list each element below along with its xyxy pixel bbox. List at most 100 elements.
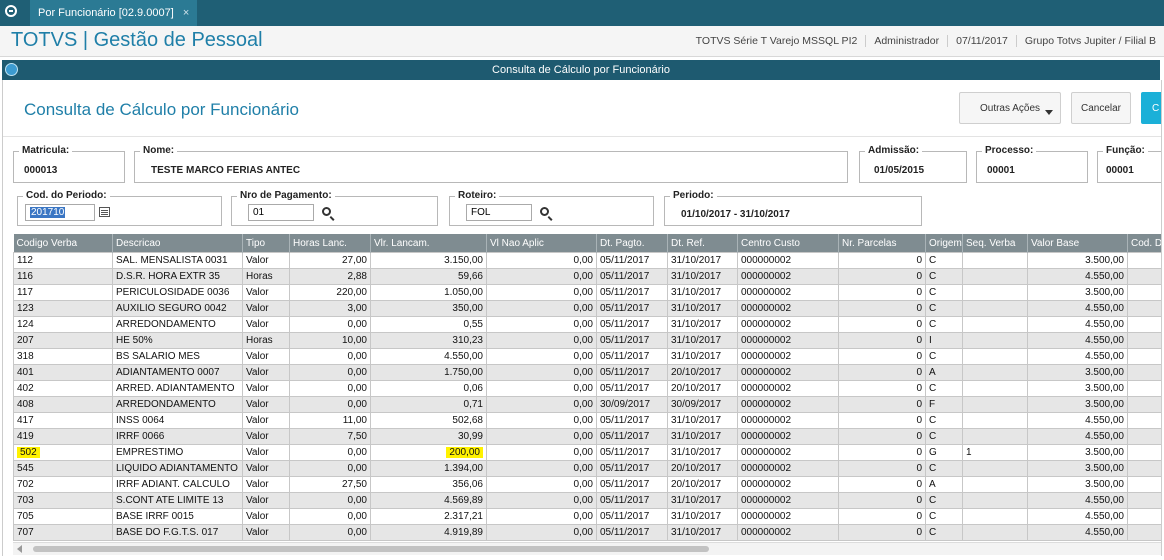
column-header[interactable]: Cod. Depto. xyxy=(1127,234,1161,253)
column-header[interactable]: Valor Base xyxy=(1027,234,1128,253)
table-cell: 4.550,00 xyxy=(1027,428,1128,445)
table-cell: 7,50 xyxy=(289,428,371,445)
table-row[interactable]: 702 IRRF ADIANT. CALCULO Valor 27,50 356,06 0… xyxy=(13,476,1161,493)
calculo-table: Codigo Verba Descricao Tipo Horas Lanc. Vlr.… xyxy=(13,234,1161,544)
table-row[interactable]: 112 SAL. MENSALISTA 0031 Valor 27,00 3.150,0… xyxy=(13,252,1161,269)
table-row[interactable]: 545 LIQUIDO ADIANTAMENTO Valor 0,00 1.394,00… xyxy=(13,460,1161,477)
table-cell: Valor xyxy=(242,492,290,509)
tab-por-funcionario[interactable]: Por Funcionário [02.9.0007] × xyxy=(30,0,198,26)
table-cell: 401 xyxy=(13,364,113,381)
table-cell: 3.500,00 xyxy=(1027,364,1128,381)
table-cell: 30,99 xyxy=(370,428,487,445)
table-cell: 318 xyxy=(13,348,113,365)
column-header[interactable]: Tipo xyxy=(242,234,290,253)
table-row[interactable]: 408 ARREDONDAMENTO Valor 0,00 0,71 0,00 30/09/… xyxy=(13,396,1161,413)
roteiro-input[interactable]: FOL xyxy=(466,204,532,221)
table-row[interactable]: 401 ADIANTAMENTO 0007 Valor 0,00 1.750,00 0,0… xyxy=(13,364,1161,381)
table-cell: 0,00 xyxy=(486,268,597,285)
table-cell: 0,00 xyxy=(486,348,597,365)
column-header[interactable]: Vlr. Lancam. xyxy=(370,234,487,253)
column-header[interactable]: Centro Custo xyxy=(737,234,839,253)
table-cell: 3.150,00 xyxy=(370,252,487,269)
outras-acoes-button[interactable]: Outras Ações xyxy=(959,92,1061,124)
column-header[interactable]: Seq. Verba xyxy=(962,234,1028,253)
totvs-logo-icon xyxy=(5,5,17,17)
table-cell: 707 xyxy=(13,524,113,541)
matricula-field: Matricula: 000013 xyxy=(13,145,125,183)
table-cell: 31/10/2017 xyxy=(667,316,738,333)
table-cell: 27,50 xyxy=(289,476,371,493)
table-cell: Horas xyxy=(242,332,290,349)
confirm-button[interactable]: C xyxy=(1141,92,1161,124)
search-icon[interactable] xyxy=(322,207,331,216)
table-row[interactable]: 318 BS SALARIO MES Valor 0,00 4.550,00 0,00 05… xyxy=(13,348,1161,365)
table-cell: 4.569,89 xyxy=(370,492,487,509)
table-cell: 05/11/2017 xyxy=(596,492,668,509)
table-cell: 0 xyxy=(838,508,926,525)
table-cell xyxy=(962,476,1028,493)
table-cell xyxy=(1127,332,1161,349)
table-cell: 31/10/2017 xyxy=(667,332,738,349)
table-cell: 000000002 xyxy=(737,332,839,349)
column-header[interactable]: Origem xyxy=(925,234,963,253)
table-row[interactable]: 705 BASE IRRF 0015 Valor 0,00 2.317,21 0,00 05… xyxy=(13,508,1161,525)
scrollbar-thumb[interactable] xyxy=(33,546,709,552)
nro-pagamento-input[interactable]: 01 xyxy=(248,204,314,221)
table-cell xyxy=(962,396,1028,413)
table-cell: 4.550,00 xyxy=(1027,348,1128,365)
table-cell: I xyxy=(925,332,963,349)
column-header[interactable]: Vl Nao Aplic xyxy=(486,234,597,253)
table-row[interactable]: 207 HE 50% Horas 10,00 310,23 0,00 05/11/2017 3… xyxy=(13,332,1161,349)
table-row[interactable]: 502 EMPRESTIMO Valor 0,00 200,00 0,00 05/11/20… xyxy=(13,444,1161,461)
column-header[interactable]: Dt. Pagto. xyxy=(596,234,668,253)
table-cell: 0 xyxy=(838,428,926,445)
table-row[interactable]: 707 BASE DO F.G.T.S. 017 Valor 0,00 4.919,89… xyxy=(13,524,1161,541)
table-cell: 0,00 xyxy=(289,508,371,525)
table-cell: 000000002 xyxy=(737,284,839,301)
table-cell: 000000002 xyxy=(737,492,839,509)
table-cell: 10,00 xyxy=(289,332,371,349)
app-info: TOTVS Série T Varejo MSSQL PI2 Administr… xyxy=(688,26,1164,56)
horizontal-scrollbar[interactable] xyxy=(13,542,1161,555)
table-cell: 31/10/2017 xyxy=(667,284,738,301)
table-cell: 05/11/2017 xyxy=(596,428,668,445)
user-label[interactable]: Administrador xyxy=(865,35,947,47)
table-cell: 0,71 xyxy=(370,396,487,413)
table-row[interactable]: 123 AUXILIO SEGURO 0042 Valor 3,00 350,00 0,0… xyxy=(13,300,1161,317)
table-cell: 0,00 xyxy=(289,316,371,333)
table-row[interactable]: 417 INSS 0064 Valor 11,00 502,68 0,00 05/11/20… xyxy=(13,412,1161,429)
column-header[interactable]: Codigo Verba xyxy=(13,234,113,253)
table-cell: 4.550,00 xyxy=(1027,332,1128,349)
branch-label[interactable]: Grupo Totvs Jupiter / Filial B xyxy=(1015,35,1164,47)
table-cell: 0,00 xyxy=(486,364,597,381)
table-cell: 05/11/2017 xyxy=(596,524,668,541)
scroll-left-icon[interactable] xyxy=(17,545,22,553)
column-header[interactable]: Horas Lanc. xyxy=(289,234,371,253)
highlighted-value: 200,00 xyxy=(446,447,483,458)
table-row[interactable]: 124 ARREDONDAMENTO Valor 0,00 0,55 0,00 05/11/… xyxy=(13,316,1161,333)
table-cell: 0 xyxy=(838,284,926,301)
search-icon[interactable] xyxy=(540,207,549,216)
table-row[interactable]: 116 D.S.R. HORA EXTR 35 Horas 2,88 59,66 0,00… xyxy=(13,268,1161,285)
calendar-icon[interactable] xyxy=(99,207,110,217)
table-cell xyxy=(1127,412,1161,429)
table-row[interactable]: 402 ARRED. ADIANTAMENTO Valor 0,00 0,06 0,00 0… xyxy=(13,380,1161,397)
table-cell: Valor xyxy=(242,348,290,365)
date-label: 07/11/2017 xyxy=(947,35,1016,47)
table-row[interactable]: 703 S.CONT ATE LIMITE 13 Valor 0,00 4.569,89… xyxy=(13,492,1161,509)
table-row[interactable]: 117 PERICULOSIDADE 0036 Valor 220,00 1.050,0… xyxy=(13,284,1161,301)
table-cell: Valor xyxy=(242,300,290,317)
column-header[interactable]: Descricao xyxy=(112,234,243,253)
cod-periodo-input[interactable]: 201710 xyxy=(25,204,95,221)
column-header[interactable]: Dt. Ref. xyxy=(667,234,738,253)
table-cell: Valor xyxy=(242,412,290,429)
table-cell: 31/10/2017 xyxy=(667,428,738,445)
column-header[interactable]: Nr. Parcelas xyxy=(838,234,926,253)
table-cell: 0,00 xyxy=(486,476,597,493)
table-cell: 3.500,00 xyxy=(1027,396,1128,413)
close-icon[interactable]: × xyxy=(183,7,189,19)
table-row[interactable]: 419 IRRF 0066 Valor 7,50 30,99 0,00 05/11/2017… xyxy=(13,428,1161,445)
app-title: TOTVS | Gestão de Pessoal xyxy=(11,29,263,51)
table-cell: 000000002 xyxy=(737,316,839,333)
cancel-button[interactable]: Cancelar xyxy=(1071,92,1131,124)
